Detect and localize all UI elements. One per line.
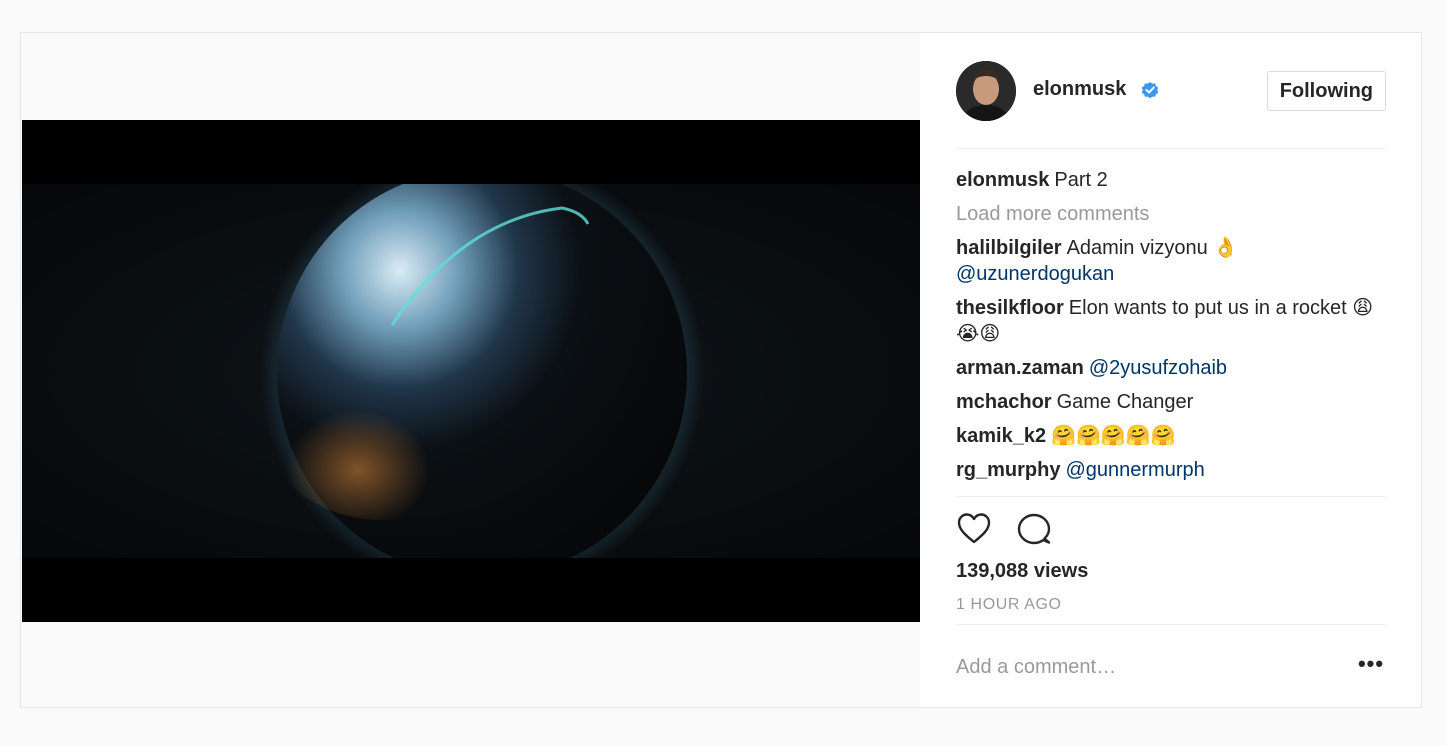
view-count: 139,088 views: [956, 560, 1089, 582]
comment-username[interactable]: arman.zaman: [956, 357, 1084, 379]
caption-username[interactable]: elonmusk: [956, 169, 1049, 191]
post-sidebar: elonmusk Following elonmusk Part 2 Load m…: [920, 33, 1421, 707]
avatar[interactable]: [956, 61, 1016, 121]
comment-item: thesilkfloor Elon wants to put us in a ro…: [956, 295, 1386, 347]
comments-list: elonmusk Part 2 Load more comments halilb…: [956, 167, 1386, 495]
earth-video-frame: [22, 120, 920, 622]
comments-divider: [956, 496, 1386, 497]
following-button[interactable]: Following: [1266, 71, 1386, 111]
caption: elonmusk Part 2: [956, 167, 1386, 193]
comment-mention[interactable]: @2yusufzohaib: [1089, 357, 1227, 379]
footer-divider: [956, 624, 1386, 625]
post-timestamp[interactable]: 1 HOUR AGO: [956, 596, 1062, 614]
post-video[interactable]: [22, 120, 920, 622]
author-username[interactable]: elonmusk: [1033, 78, 1126, 101]
comment-username[interactable]: rg_murphy: [956, 459, 1060, 481]
verified-badge-icon: [1140, 80, 1160, 100]
heart-icon[interactable]: [956, 511, 992, 547]
comment-item: rg_murphy @gunnermurph: [956, 457, 1386, 483]
comment-text: Adamin vizyonu 👌: [1066, 237, 1239, 259]
avatar-image: [956, 61, 1016, 121]
comment-bubble-icon[interactable]: [1016, 511, 1052, 547]
comment-item: arman.zaman @2yusufzohaib: [956, 355, 1386, 381]
comment-username[interactable]: kamik_k2: [956, 425, 1046, 447]
post-header: elonmusk Following: [956, 61, 1386, 121]
caption-text: Part 2: [1054, 169, 1108, 191]
more-options-icon[interactable]: •••: [1357, 653, 1385, 679]
comment-item: kamik_k2 🤗🤗🤗🤗🤗: [956, 423, 1386, 449]
comment-username[interactable]: halilbilgiler: [956, 237, 1062, 259]
header-divider: [956, 148, 1386, 149]
comment-mention[interactable]: @uzunerdogukan: [956, 263, 1114, 285]
comment-item: halilbilgiler Adamin vizyonu 👌 @uzunerdog…: [956, 235, 1386, 287]
comment-username[interactable]: thesilkfloor: [956, 297, 1064, 319]
comment-username[interactable]: mchachor: [956, 391, 1052, 413]
add-comment-input[interactable]: [956, 651, 1336, 683]
comment-item: mchachor Game Changer: [956, 389, 1386, 415]
comment-text: Game Changer: [1056, 391, 1194, 413]
load-more-comments-link[interactable]: Load more comments: [956, 201, 1386, 227]
comment-text: 🤗🤗🤗🤗🤗: [1051, 425, 1176, 447]
comment-mention[interactable]: @gunnermurph: [1065, 459, 1204, 481]
